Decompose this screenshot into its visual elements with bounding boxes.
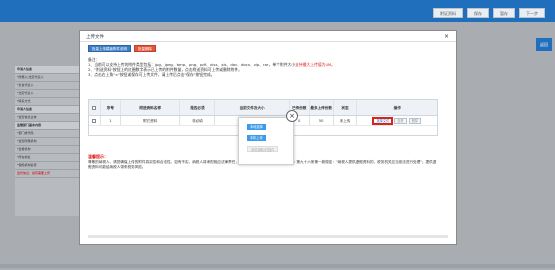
form-row: *所在地址 — [15, 154, 85, 162]
row-select[interactable] — [89, 116, 101, 125]
delete-button[interactable]: 删除 — [408, 117, 421, 124]
view-button[interactable]: 查看 — [394, 117, 407, 124]
side-back-button[interactable]: 返回 — [536, 38, 552, 51]
select-file-button[interactable]: 选择文件 — [372, 116, 394, 125]
dialog-header: 上传文件 × — [80, 31, 456, 42]
toolbar-save-button[interactable]: 保存 — [467, 8, 489, 18]
header-status: 状态 — [334, 100, 358, 115]
header-name: 附送资料名称 — [121, 100, 181, 115]
form-row: *监管所属机构 — [15, 138, 85, 146]
dialog-title: 上传文件 — [86, 35, 104, 40]
notes-line-1-highlight: 支持最大上传值为4M。 — [295, 62, 335, 67]
form-row: *监督机构 — [15, 146, 85, 154]
row-operations: 选择文件 查看 删除 — [357, 116, 437, 125]
table-header-row: 序号 附送资料名称 是否必须 当前文件及大小 已传份数 最多上传份数 状态 操作 — [89, 100, 437, 116]
toolbar-attachments-button[interactable]: 附证资料 — [433, 8, 463, 18]
select-all-checkbox[interactable] — [92, 105, 97, 110]
form-row: *负责代表人 — [15, 82, 85, 90]
dialog-actions: 批量上传模板附件说明 批量删除 — [88, 45, 156, 52]
form-row: *法定代表人 — [15, 90, 85, 98]
batch-delete-button[interactable]: 批量删除 — [134, 45, 156, 52]
header-file: 当前文件及大小 — [215, 100, 290, 115]
header-seq: 序号 — [101, 100, 121, 115]
header-operation: 操作 — [393, 105, 401, 110]
local-select-button[interactable]: 本地选择 — [247, 124, 266, 130]
row-status: 未上传 — [334, 116, 358, 125]
notes-section: 备注： 1、当前可以支持上传的附件类型包括：jpg、jpeg、bmp、png、p… — [88, 57, 443, 77]
header-select-all[interactable] — [89, 100, 101, 115]
row-name: 附它资料 — [121, 116, 181, 125]
row-seq: 1 — [101, 116, 121, 125]
form-row: *部门或代码 — [15, 130, 85, 138]
form-row: *监管信息主体 — [15, 114, 85, 122]
popup-close-icon[interactable]: × — [286, 110, 298, 122]
form-row: 监管信息：如有需要上传 — [15, 170, 85, 178]
row-checkbox[interactable] — [92, 118, 97, 123]
form-row: *保险机构名称 — [15, 162, 85, 170]
page-horizontal-scrollbar[interactable] — [0, 264, 555, 268]
scan-select-button[interactable]: 浏览选取/扫描件 — [247, 146, 279, 152]
row-required: 非必填 — [180, 116, 216, 125]
toolbar-temp-save-button[interactable]: 暂存 — [493, 8, 515, 18]
local-upload-button[interactable]: 本机上传 — [247, 135, 266, 141]
form-row: *所属人/法定代表人 — [15, 74, 85, 82]
upload-source-popup: 本地选择 本机上传 浏览选取/扫描件 — [238, 117, 294, 165]
header-required: 是否必须 — [180, 100, 216, 115]
batch-upload-button[interactable]: 批量上传模板附件说明 — [88, 45, 131, 52]
notes-line-3: 3、点击右上角"×"按钮或保存可上传文件，请上传后点击"保存"按钮完成。 — [88, 72, 215, 77]
header-max: 最多上传份数 — [310, 100, 334, 115]
app-toolbar: 附证资料 保存 暂存 下一步 — [433, 8, 545, 18]
form-row: 申请人信息 — [15, 66, 85, 74]
form-row: 申请人信息 — [15, 106, 85, 114]
dialog-horizontal-scrollbar[interactable] — [88, 235, 448, 238]
form-row: *联系方式 — [15, 98, 85, 106]
dialog-close-icon[interactable]: × — [444, 33, 449, 40]
background-form: 申请人信息 *所属人/法定代表人 *负责代表人 *法定代表人 *联系方式 申请人信息 *监管… — [15, 66, 85, 216]
toolbar-next-button[interactable]: 下一步 — [519, 8, 545, 18]
form-row: 监管部门基本内容 — [15, 122, 85, 130]
row-max: 50 — [310, 116, 334, 125]
